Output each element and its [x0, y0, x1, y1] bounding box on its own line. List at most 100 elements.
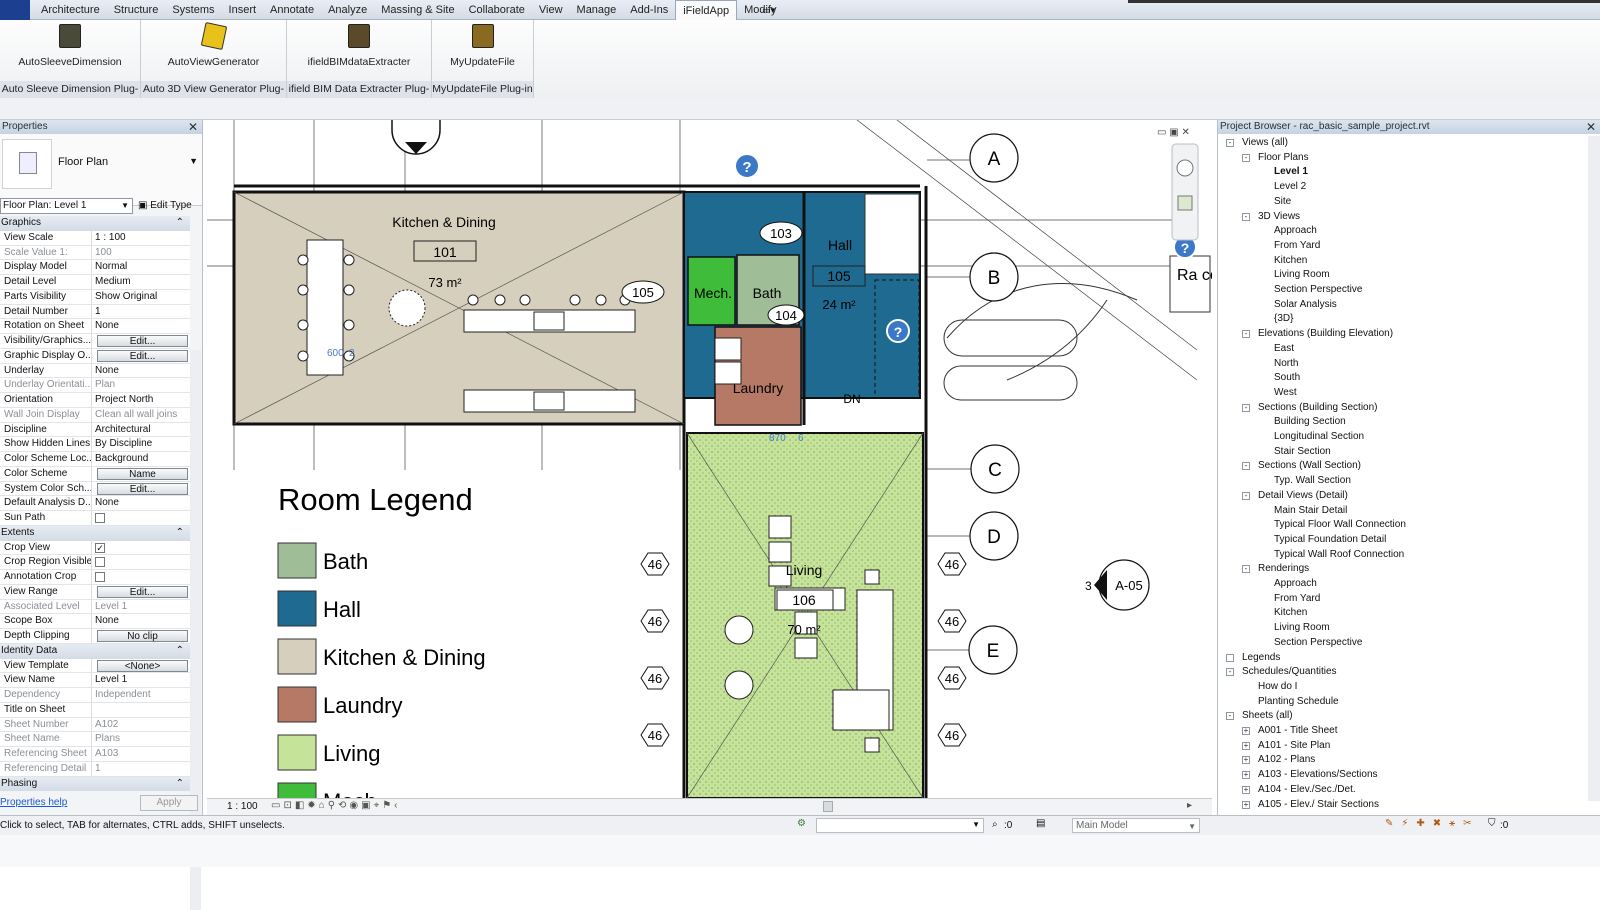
tab-insert[interactable]: Insert [222, 0, 264, 20]
ifield-bim-data-extracter-button[interactable]: ifieldBIMdataExtracter [287, 24, 431, 68]
browser-node[interactable]: Detail Views (Detail) [1258, 489, 1348, 503]
property-value[interactable]: Project North [92, 393, 190, 407]
browser-node[interactable]: Approach [1274, 577, 1317, 591]
property-row[interactable]: Detail Level Medium [0, 275, 190, 290]
property-value[interactable]: 1 [92, 761, 190, 776]
browser-node[interactable]: A001 - Title Sheet [1258, 724, 1338, 738]
my-update-file-button[interactable]: MyUpdateFile [432, 24, 533, 68]
property-edit-button[interactable]: Edit... [97, 585, 188, 598]
property-value[interactable]: A103 [92, 747, 190, 761]
zoom-icon[interactable] [1177, 195, 1193, 211]
property-row[interactable]: Show Hidden Lines By Discipline [0, 437, 190, 452]
tab-manage[interactable]: Manage [570, 0, 624, 20]
browser-node[interactable]: Living Room [1274, 268, 1330, 282]
tab-systems[interactable]: Systems [165, 0, 221, 20]
browser-node[interactable]: Legends [1242, 651, 1280, 665]
property-row[interactable]: Dependency Independent [0, 688, 190, 703]
browser-node[interactable]: How do I [1258, 680, 1297, 694]
property-row[interactable]: Underlay None [0, 363, 190, 379]
property-value[interactable]: 1 [92, 304, 190, 319]
tree-expander-icon[interactable]: + [1242, 800, 1250, 809]
property-value[interactable]: None [92, 496, 190, 510]
browser-node[interactable]: From Yard [1274, 592, 1320, 606]
browser-node[interactable]: {3D} [1274, 312, 1293, 326]
browser-node[interactable]: Planting Schedule [1258, 695, 1339, 709]
property-value[interactable]: Medium [92, 275, 190, 289]
section-graphics[interactable]: Graphics ⌃ [0, 216, 190, 231]
property-value[interactable]: Background [92, 452, 190, 466]
tab-structure[interactable]: Structure [107, 0, 166, 20]
property-row[interactable]: Sheet Number A102 [0, 717, 190, 733]
property-row[interactable]: Orientation Project North [0, 393, 190, 408]
browser-node[interactable]: A102 - Plans [1258, 753, 1315, 767]
close-icon[interactable]: ✕ [1586, 120, 1596, 134]
property-row[interactable]: Rotation on Sheet None [0, 319, 190, 334]
property-row[interactable]: Associated Level Level 1 [0, 599, 190, 615]
property-edit-button[interactable]: Edit... [97, 335, 188, 347]
browser-node[interactable]: South [1274, 371, 1300, 385]
browser-node[interactable]: A101 - Site Plan [1258, 739, 1330, 753]
browser-node[interactable]: Approach [1274, 224, 1317, 238]
auto-view-generator-button[interactable]: AutoViewGenerator [141, 21, 286, 68]
browser-node[interactable]: Sections (Building Section) [1258, 401, 1378, 415]
worksets-icon[interactable]: ⚙ [797, 818, 806, 829]
browser-node[interactable]: Longitudinal Section [1274, 430, 1364, 444]
collapse-icon[interactable]: ⌃ [176, 526, 184, 540]
property-row[interactable]: Detail Number 1 [0, 304, 190, 320]
tree-expander-icon[interactable]: - [1226, 712, 1234, 721]
browser-node[interactable]: Level 1 [1274, 165, 1308, 179]
property-value[interactable]: 1 : 100 [92, 230, 190, 245]
browser-node[interactable]: 3D Views [1258, 210, 1300, 224]
auto-sleeve-dimension-button[interactable]: AutoSleeveDimension [0, 24, 140, 68]
tab-collaborate[interactable]: Collaborate [462, 0, 532, 20]
browser-node[interactable]: Elevations (Building Elevation) [1258, 327, 1393, 341]
browser-node[interactable]: Renderings [1258, 562, 1309, 576]
property-row[interactable]: Title on Sheet [0, 702, 190, 718]
selection-filter-icon[interactable]: ⛉ [1488, 818, 1496, 829]
tab-add-ins[interactable]: Add-Ins [623, 0, 675, 20]
workset-dropdown[interactable]: ▼ [816, 818, 984, 833]
tree-expander-icon[interactable]: - [1242, 462, 1250, 471]
selection-option-icons[interactable]: ✎⚡✚✖⚹✂ [1385, 818, 1480, 829]
browser-node[interactable]: Living Room [1274, 621, 1330, 635]
browser-node[interactable]: East [1274, 342, 1294, 356]
browser-node[interactable]: A104 - Elev./Sec./Det. [1258, 783, 1356, 797]
browser-node[interactable]: Stair Section [1274, 445, 1331, 459]
browser-scrollbar[interactable] [1588, 136, 1600, 801]
property-row[interactable]: View Range Edit... [0, 584, 190, 600]
tree-expander-icon[interactable]: - [1242, 330, 1250, 339]
type-selector[interactable]: Floor Plan ▼ [0, 134, 202, 206]
property-value[interactable]: None [92, 614, 190, 628]
property-value[interactable]: Normal [92, 260, 190, 274]
section-extents[interactable]: Extents ⌃ [0, 525, 190, 541]
property-row[interactable]: Depth Clipping No clip [0, 629, 190, 644]
tree-expander-icon[interactable]: - [1242, 153, 1250, 162]
model-dropdown[interactable]: Main Model ▼ [1072, 818, 1200, 833]
browser-node[interactable]: A105 - Elev./ Stair Sections [1258, 798, 1379, 812]
property-value[interactable]: Clean all wall joins [92, 407, 190, 422]
collapse-icon[interactable]: ⌃ [176, 644, 184, 658]
property-row[interactable]: System Color Sch... Edit... [0, 481, 190, 497]
scroll-right-arrow[interactable]: ▸ [1187, 800, 1192, 811]
view-scale-label[interactable]: 1 : 100 [227, 801, 258, 812]
property-value[interactable]: Show Original [92, 289, 190, 304]
property-row[interactable]: Annotation Crop [0, 570, 190, 585]
app-menu-button[interactable] [0, 0, 30, 20]
browser-node[interactable]: Main Stair Detail [1274, 504, 1347, 518]
property-row[interactable]: Sheet Name Plans [0, 732, 190, 747]
browser-node[interactable]: Typical Foundation Detail [1274, 533, 1386, 547]
property-row[interactable]: Underlay Orientati... Plan [0, 378, 190, 393]
property-row[interactable]: Parts Visibility Show Original [0, 289, 190, 305]
browser-node[interactable]: West [1274, 386, 1297, 400]
tree-expander-icon[interactable]: + [1242, 727, 1250, 735]
tree-expander-icon[interactable]: - [1242, 565, 1250, 574]
property-value[interactable] [92, 702, 190, 717]
tree-expander-icon[interactable]: - [1242, 212, 1250, 221]
tree-expander-icon[interactable]: - [1242, 491, 1250, 500]
property-value[interactable]: Plans [92, 732, 190, 746]
view-window-controls[interactable]: ▭ ▣ ✕ [1157, 127, 1190, 138]
floor-plan-svg[interactable]: Ra co Kitchen & Dining 101 73 m² Hall 10… [207, 120, 1212, 798]
chevron-down-icon[interactable]: ▼ [189, 156, 198, 166]
browser-node[interactable]: Solar Analysis [1274, 298, 1337, 312]
property-row[interactable]: Crop View ✓ [0, 540, 190, 556]
